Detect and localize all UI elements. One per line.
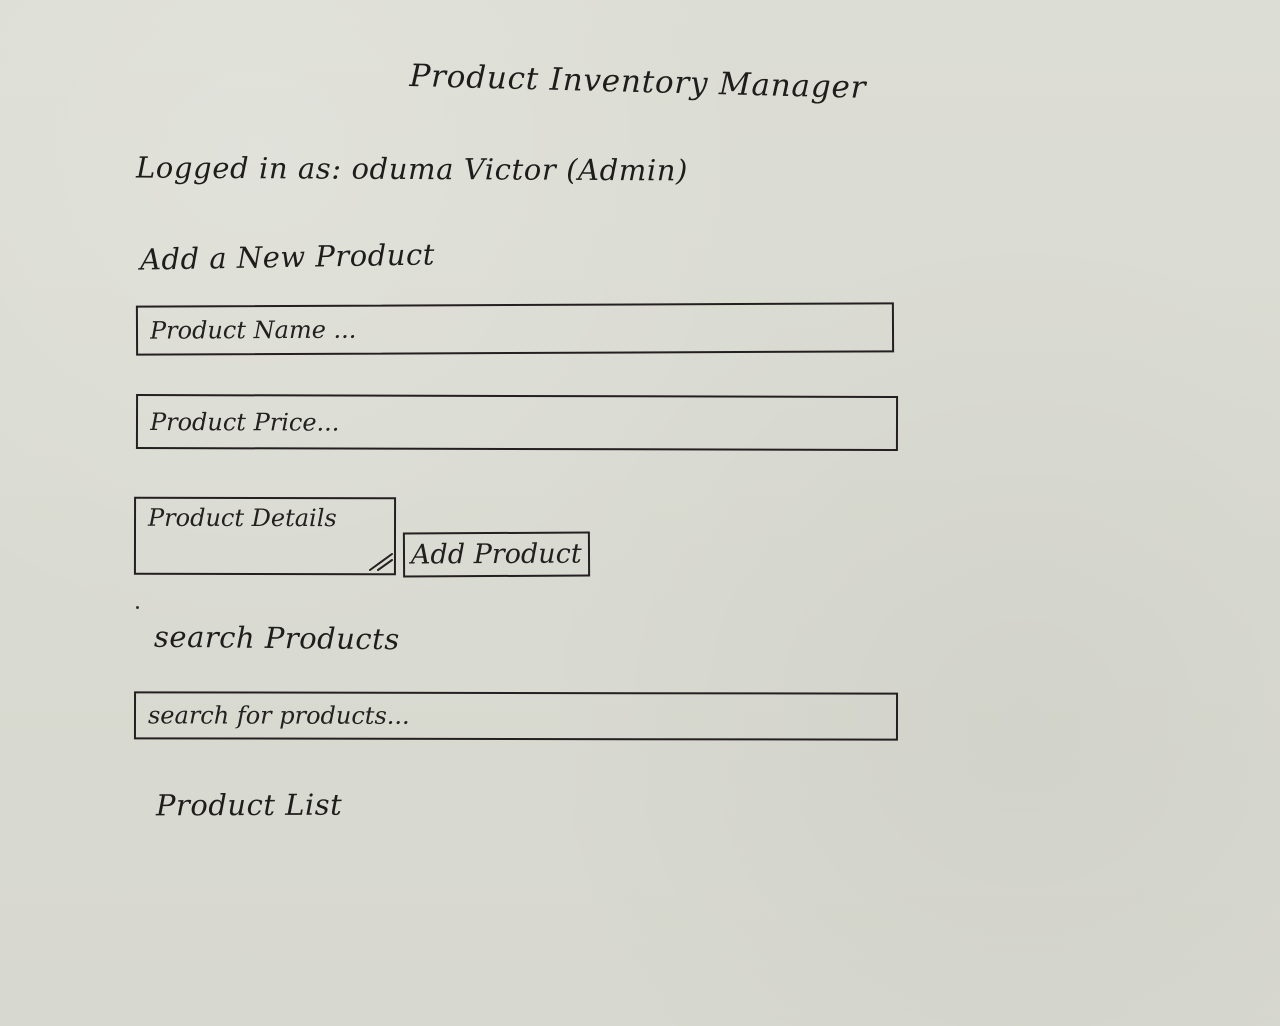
- search-products-input[interactable]: [133, 691, 899, 741]
- search-products-heading: search Products: [153, 619, 400, 657]
- add-product-button[interactable]: Add Product: [402, 531, 591, 578]
- add-product-heading: Add a New Product: [139, 237, 436, 277]
- pen-mark: [136, 606, 139, 609]
- product-list-heading: Product List: [155, 787, 343, 823]
- product-price-input[interactable]: [135, 394, 899, 451]
- product-details-input[interactable]: [133, 496, 397, 576]
- logged-in-user: Logged in as: oduma Victor (Admin): [135, 150, 689, 188]
- product-name-input[interactable]: [135, 302, 895, 356]
